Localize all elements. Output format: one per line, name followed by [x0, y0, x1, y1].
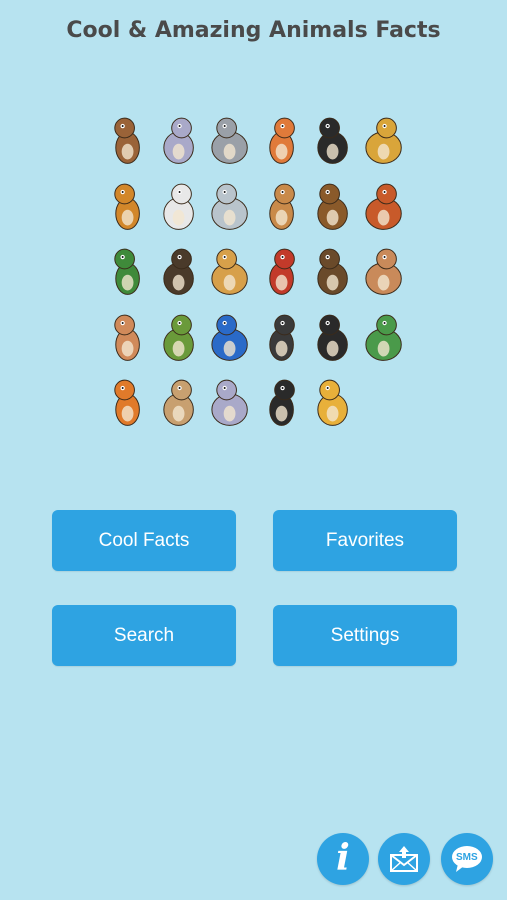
collage-empty-cell	[359, 370, 408, 434]
dog-icon	[154, 370, 203, 434]
kangaroo-icon	[359, 239, 408, 303]
giraffe-icon	[359, 108, 408, 172]
sms-button[interactable]: SMS	[441, 833, 493, 885]
parrot-icon	[205, 305, 254, 369]
info-icon: i	[336, 837, 350, 879]
bald-eagle-icon	[257, 305, 306, 369]
crocodile-icon	[359, 305, 408, 369]
ostrich-icon	[154, 239, 203, 303]
owl-icon	[205, 108, 254, 172]
tiger-icon	[103, 370, 152, 434]
cheetah-icon	[308, 370, 357, 434]
toucan-perched-icon	[257, 370, 306, 434]
eagle-owl-icon	[308, 239, 357, 303]
toucan-icon	[308, 108, 357, 172]
kangaroo-standing-icon	[103, 305, 152, 369]
mail-icon	[390, 846, 418, 872]
page-title: Cool & Amazing Animals Facts	[66, 18, 441, 43]
deer-icon	[257, 174, 306, 238]
elephant-icon	[154, 108, 203, 172]
mail-button[interactable]	[378, 833, 430, 885]
settings-button[interactable]: Settings	[273, 605, 457, 666]
favorites-button[interactable]: Favorites	[273, 510, 457, 571]
fox-icon	[257, 108, 306, 172]
animal-collage	[103, 108, 408, 434]
sms-label: SMS	[456, 852, 478, 863]
skunk-icon	[308, 305, 357, 369]
goat-icon	[205, 174, 254, 238]
info-button[interactable]: i	[317, 833, 369, 885]
turtle-icon	[154, 305, 203, 369]
camel-icon	[205, 239, 254, 303]
mandarin-duck-icon	[359, 174, 408, 238]
cool-facts-button[interactable]: Cool Facts	[52, 510, 236, 571]
search-button[interactable]: Search	[52, 605, 236, 666]
duck-icon	[103, 239, 152, 303]
snake-icon	[257, 239, 306, 303]
pelican-icon	[154, 174, 203, 238]
snail-icon	[308, 174, 357, 238]
owl-flying-icon	[103, 108, 152, 172]
baby-elephant-icon	[205, 370, 254, 434]
lion-icon	[103, 174, 152, 238]
